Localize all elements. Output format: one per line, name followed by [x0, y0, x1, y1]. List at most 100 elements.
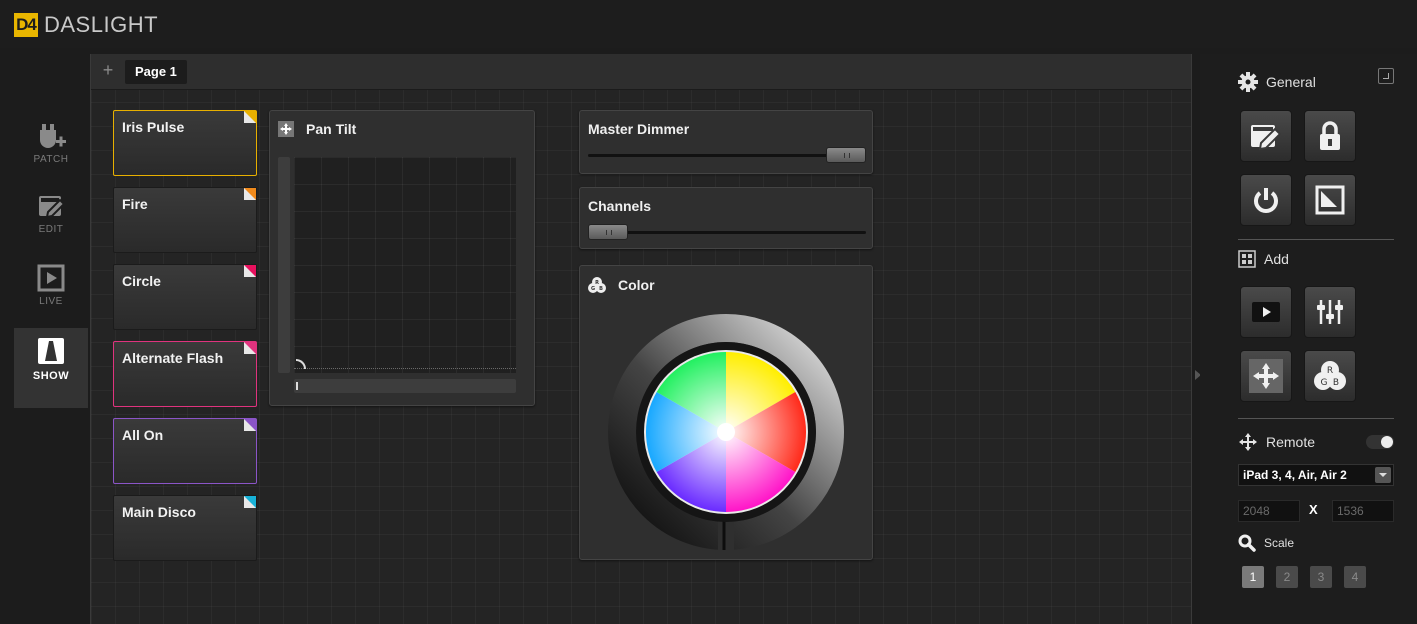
power-button[interactable]	[1240, 174, 1292, 226]
general-header: General	[1238, 72, 1316, 92]
general-label: General	[1266, 74, 1316, 90]
color-picker-handle[interactable]	[717, 423, 735, 441]
device-select[interactable]: iPad 3, 4, Air, Air 2	[1238, 464, 1394, 486]
add-color-button[interactable]: R G B	[1304, 350, 1356, 402]
scene-color-tag	[244, 188, 256, 200]
nav-patch[interactable]: PATCH	[14, 112, 88, 192]
scale-4-button[interactable]: 4	[1344, 566, 1366, 588]
tab-page-1[interactable]: Page 1	[125, 60, 187, 84]
remote-toggle[interactable]	[1366, 435, 1394, 449]
color-wheel[interactable]	[606, 312, 846, 552]
height-input[interactable]: 1536	[1332, 500, 1394, 522]
scale-label: Scale	[1264, 536, 1295, 550]
right-sidebar: General Add R G B Remote iPad 3, 4, Air,…	[1200, 54, 1417, 624]
edit-icon	[1251, 125, 1282, 151]
add-pan-tilt-button[interactable]	[1240, 350, 1292, 402]
color-panel: R G B Color	[579, 265, 873, 560]
svg-text:B: B	[599, 286, 603, 292]
pan-tilt-icon	[278, 121, 294, 137]
master-dimmer-track[interactable]	[588, 154, 866, 157]
search-icon	[1238, 534, 1256, 552]
remote-toggle-knob	[1381, 436, 1393, 448]
scene-button[interactable]: Fire	[113, 187, 257, 253]
scene-button[interactable]: Circle	[113, 264, 257, 330]
svg-text:R: R	[1327, 366, 1333, 376]
pan-tilt-panel: Pan Tilt	[269, 110, 535, 406]
svg-text:B: B	[1333, 378, 1339, 388]
scene-color-tag	[244, 342, 256, 354]
nav-patch-label: PATCH	[33, 154, 69, 165]
app-header: D4 DASLIGHT	[0, 0, 1417, 48]
color-label: Color	[618, 277, 655, 293]
scene-button[interactable]: Iris Pulse	[113, 110, 257, 176]
scene-name: Fire	[122, 196, 148, 212]
page-canvas: + Page 1 Iris Pulse Fire Circle Alternat…	[90, 54, 1201, 624]
scene-name: Main Disco	[122, 504, 196, 520]
scene-color-tag	[244, 419, 256, 431]
scene-button[interactable]: Main Disco	[113, 495, 257, 561]
scene-color-tag	[244, 265, 256, 277]
scale-1-button[interactable]: 1	[1242, 566, 1264, 588]
add-scene-button[interactable]	[1240, 286, 1292, 338]
stage-icon	[38, 338, 64, 364]
nav-show-label: SHOW	[32, 370, 70, 382]
scale-3-button[interactable]: 3	[1310, 566, 1332, 588]
pan-tilt-label: Pan Tilt	[306, 121, 357, 137]
app-logo: D4 DASLIGHT	[14, 12, 158, 38]
nav-live-label: LIVE	[39, 296, 63, 307]
master-dimmer-title: Master Dimmer	[588, 121, 690, 137]
pan-slider[interactable]	[294, 379, 516, 393]
scene-button[interactable]: Alternate Flash	[113, 341, 257, 407]
add-header: Add	[1238, 250, 1289, 268]
move-icon	[1239, 433, 1257, 451]
nav-edit[interactable]: EDIT	[14, 184, 88, 264]
color-title: R G B Color	[588, 276, 655, 294]
tilt-slider[interactable]	[278, 157, 290, 373]
chevron-down-icon	[1375, 467, 1391, 483]
resize-button[interactable]	[1304, 174, 1356, 226]
pan-tilt-handle[interactable]	[296, 359, 306, 369]
add-page-button[interactable]: +	[99, 61, 117, 80]
master-dimmer-thumb[interactable]	[826, 147, 866, 163]
scene-name: Alternate Flash	[122, 350, 224, 366]
scene-color-tag	[244, 111, 256, 123]
scene-name: All On	[122, 427, 164, 443]
channels-thumb[interactable]	[588, 224, 628, 240]
pan-slider-handle[interactable]	[296, 382, 298, 390]
pan-tilt-title: Pan Tilt	[278, 121, 356, 137]
scale-2-button[interactable]: 2	[1276, 566, 1298, 588]
rgb-icon: R G B	[588, 277, 606, 293]
section-divider	[1238, 418, 1394, 419]
play-icon	[1252, 302, 1280, 322]
nav-show[interactable]: SHOW	[14, 328, 88, 408]
power-icon	[1254, 188, 1278, 213]
pan-guide	[294, 368, 516, 369]
add-label: Add	[1264, 251, 1289, 267]
svg-text:G: G	[591, 286, 595, 292]
add-fader-button[interactable]	[1304, 286, 1356, 338]
main-nav: PATCH EDIT LIVE SHOW	[14, 112, 88, 408]
lock-icon	[1320, 121, 1340, 150]
fullscreen-button[interactable]	[1378, 68, 1394, 84]
device-select-value: iPad 3, 4, Air, Air 2	[1243, 468, 1347, 482]
gear-icon	[1238, 72, 1258, 92]
scene-name: Iris Pulse	[122, 119, 185, 135]
channels-panel: Channels	[579, 187, 873, 249]
channels-track[interactable]	[588, 231, 866, 234]
pan-tilt-icon	[1249, 359, 1283, 393]
scene-button[interactable]: All On	[113, 418, 257, 484]
logo-mark: D4	[14, 13, 38, 37]
channels-title: Channels	[588, 198, 652, 214]
master-dimmer-panel: Master Dimmer	[579, 110, 873, 174]
edit-mode-button[interactable]	[1240, 110, 1292, 162]
width-input[interactable]: 2048	[1238, 500, 1300, 522]
scene-color-tag	[244, 496, 256, 508]
nav-live[interactable]: LIVE	[14, 256, 88, 336]
lock-button[interactable]	[1304, 110, 1356, 162]
scale-header: Scale	[1238, 534, 1294, 552]
scene-name: Circle	[122, 273, 161, 289]
rgb-icon: R G B	[1314, 361, 1346, 390]
pan-tilt-pad[interactable]	[294, 157, 516, 373]
faders-icon	[1317, 300, 1343, 324]
nav-edit-label: EDIT	[38, 224, 64, 235]
